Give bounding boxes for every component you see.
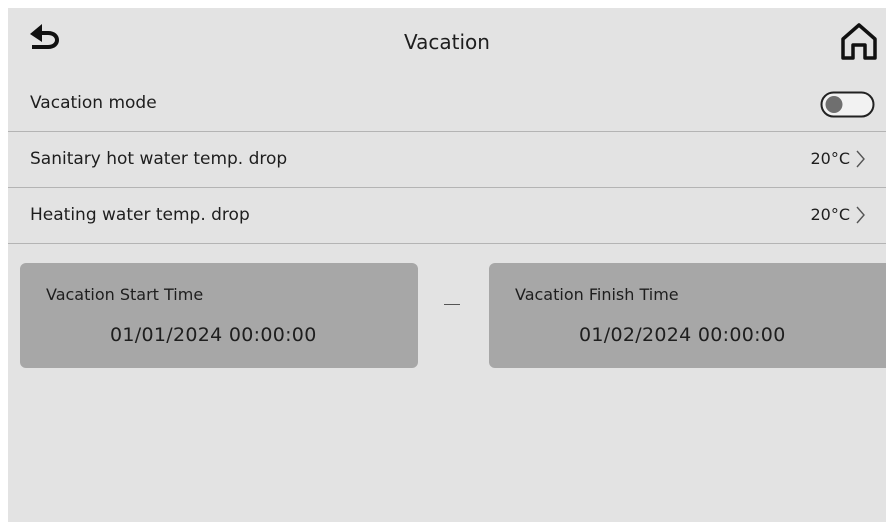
heating-water-temp-drop-value-group: 20°C <box>810 204 866 226</box>
sanitary-hot-water-temp-drop-value: 20°C <box>810 149 850 168</box>
heating-water-temp-drop-label: Heating water temp. drop <box>30 205 250 225</box>
home-button[interactable] <box>838 20 880 64</box>
chevron-right-icon <box>856 206 865 224</box>
vacation-finish-time-value: 01/02/2024 00:00:00 <box>579 324 786 346</box>
sanitary-hot-water-temp-drop-value-group: 20°C <box>810 148 866 170</box>
vacation-mode-row: Vacation mode <box>8 76 886 132</box>
toggle-off-icon <box>820 91 875 118</box>
vacation-finish-time-label: Vacation Finish Time <box>515 285 679 304</box>
chevron-right-icon <box>856 150 865 168</box>
page-title: Vacation <box>404 30 490 54</box>
vacation-finish-time-card[interactable]: Vacation Finish Time 01/02/2024 00:00:00 <box>489 263 886 368</box>
vacation-mode-toggle[interactable] <box>820 91 875 118</box>
vacation-start-time-label: Vacation Start Time <box>46 285 204 304</box>
vacation-start-time-value: 01/01/2024 00:00:00 <box>110 324 317 346</box>
heating-water-temp-drop-value: 20°C <box>810 205 850 224</box>
vacation-mode-label: Vacation mode <box>30 93 157 113</box>
vacation-screen: Vacation Vacation mode Sanitary hot wate… <box>8 8 886 522</box>
sanitary-hot-water-temp-drop-row[interactable]: Sanitary hot water temp. drop 20°C <box>8 132 886 188</box>
home-icon <box>841 23 877 60</box>
heating-water-temp-drop-row[interactable]: Heating water temp. drop 20°C <box>8 188 886 244</box>
vacation-start-time-card[interactable]: Vacation Start Time 01/01/2024 00:00:00 <box>20 263 418 368</box>
header-bar: Vacation <box>8 8 886 76</box>
sanitary-hot-water-temp-drop-label: Sanitary hot water temp. drop <box>30 149 288 169</box>
date-range-separator <box>444 304 460 305</box>
